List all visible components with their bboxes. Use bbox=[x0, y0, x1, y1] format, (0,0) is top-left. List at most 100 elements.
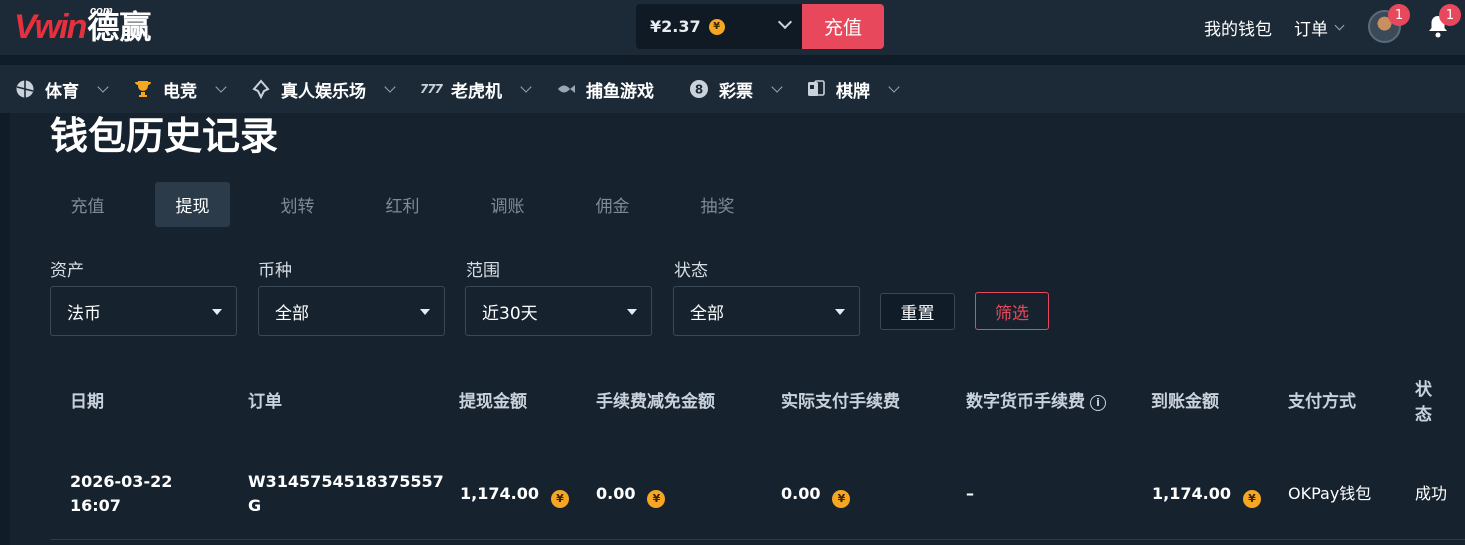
balance-amount: ¥2.37 bbox=[650, 17, 701, 36]
nav-item-live-casino[interactable]: 真人娱乐场 bbox=[251, 65, 396, 113]
asset-label: 资产 bbox=[50, 261, 84, 281]
page-title: 钱包历史记录 bbox=[50, 114, 279, 158]
chevron-down-icon bbox=[771, 80, 783, 93]
chevron-down-icon bbox=[888, 80, 900, 93]
caret-down-icon bbox=[627, 309, 637, 315]
bell-notification-badge: 1 bbox=[1439, 4, 1461, 26]
nav-label: 棋牌 bbox=[836, 81, 870, 102]
nav-item-esports[interactable]: 电竞 bbox=[133, 65, 227, 113]
asset-select[interactable]: 法币 bbox=[50, 286, 237, 336]
asset-value: 法币 bbox=[67, 303, 101, 324]
yuan-coin-icon: ¥ bbox=[647, 490, 666, 508]
nav-label: 体育 bbox=[45, 81, 79, 102]
balance-dropdown[interactable]: ¥2.37 ¥ bbox=[636, 4, 802, 49]
deposit-button[interactable]: 充值 bbox=[802, 4, 884, 49]
lottery-ball-icon: 8 bbox=[689, 79, 709, 99]
row-divider bbox=[50, 539, 1465, 540]
tab-bonus[interactable]: 红利 bbox=[365, 182, 440, 227]
header-crypto-fee: 数字货币手续费 i bbox=[966, 390, 1106, 414]
chevron-down-icon bbox=[777, 14, 793, 30]
svg-text:8: 8 bbox=[695, 83, 703, 97]
nav-label: 老虎机 bbox=[451, 81, 502, 102]
row-status: 成功 bbox=[1415, 484, 1448, 503]
reset-button[interactable]: 重置 bbox=[880, 293, 955, 330]
range-label: 范围 bbox=[466, 261, 500, 281]
status-label: 状态 bbox=[674, 261, 708, 281]
tab-withdraw[interactable]: 提现 bbox=[155, 182, 230, 227]
row-order-line1: W3145754518375557 bbox=[248, 472, 444, 491]
logo-com: com bbox=[90, 5, 113, 17]
fish-icon bbox=[556, 79, 576, 99]
row-order-line2: G bbox=[248, 496, 262, 515]
currency-select[interactable]: 全部 bbox=[258, 286, 445, 336]
caret-down-icon bbox=[420, 309, 430, 315]
range-select[interactable]: 近30天 bbox=[465, 286, 652, 336]
header-status: 状态 bbox=[1415, 380, 1432, 425]
filter-button[interactable]: 筛选 bbox=[975, 292, 1049, 330]
row-amount-value: 1,174.00 bbox=[460, 484, 539, 503]
yuan-coin-icon: ¥ bbox=[708, 18, 725, 35]
tab-deposit[interactable]: 充值 bbox=[50, 182, 125, 227]
header-method: 支付方式 bbox=[1288, 392, 1356, 412]
chevron-down-icon bbox=[97, 80, 109, 93]
header-fee-waived: 手续费减免金额 bbox=[596, 392, 715, 412]
trophy-icon bbox=[133, 79, 153, 99]
site-logo[interactable]: Vwin com 德赢 bbox=[14, 5, 151, 47]
range-value: 近30天 bbox=[482, 303, 538, 324]
row-received-value: 1,174.00 bbox=[1152, 484, 1231, 503]
row-fee-waived: 0.00 ¥ bbox=[596, 482, 666, 508]
nav-label: 捕鱼游戏 bbox=[586, 81, 654, 102]
header-date: 日期 bbox=[70, 392, 104, 412]
my-wallet-link[interactable]: 我的钱包 bbox=[1204, 0, 1272, 55]
tab-adjustment[interactable]: 调账 bbox=[470, 182, 545, 227]
avatar-notification-badge: 1 bbox=[1388, 4, 1410, 26]
tab-lucky-draw[interactable]: 抽奖 bbox=[680, 182, 755, 227]
chevron-down-icon bbox=[215, 80, 227, 93]
row-date-day: 2026-03-22 bbox=[70, 472, 173, 491]
nav-item-fishing[interactable]: 捕鱼游戏 bbox=[556, 65, 654, 113]
orders-label: 订单 bbox=[1294, 20, 1328, 40]
currency-label: 币种 bbox=[258, 261, 292, 281]
status-value: 全部 bbox=[690, 303, 724, 324]
spade-icon bbox=[251, 79, 271, 99]
header-order: 订单 bbox=[248, 392, 282, 412]
row-method: OKPay钱包 bbox=[1288, 484, 1372, 503]
tab-commission[interactable]: 佣金 bbox=[575, 182, 650, 227]
row-crypto-fee: – bbox=[966, 484, 974, 503]
sports-ball-icon bbox=[15, 79, 35, 99]
status-select[interactable]: 全部 bbox=[673, 286, 860, 336]
row-amount: 1,174.00 ¥ bbox=[460, 482, 569, 508]
nav-label: 电竞 bbox=[163, 81, 197, 102]
yuan-coin-icon: ¥ bbox=[550, 490, 569, 508]
nav-item-lottery[interactable]: 8 彩票 bbox=[689, 65, 783, 113]
row-fee-paid-value: 0.00 bbox=[781, 484, 821, 503]
header-crypto-fee-label: 数字货币手续费 bbox=[966, 392, 1085, 412]
header-withdraw-amount: 提现金额 bbox=[459, 392, 527, 412]
chevron-down-icon bbox=[520, 80, 532, 93]
chevron-down-icon bbox=[384, 80, 396, 93]
caret-down-icon bbox=[212, 309, 222, 315]
row-date: 2026-03-22 16:07 bbox=[70, 470, 172, 518]
nav-item-cards[interactable]: 棋牌 bbox=[806, 65, 900, 113]
info-icon[interactable]: i bbox=[1090, 395, 1106, 411]
nav-label: 真人娱乐场 bbox=[281, 81, 366, 102]
caret-down-icon bbox=[835, 309, 845, 315]
header-received: 到账金额 bbox=[1151, 392, 1219, 412]
row-fee-paid: 0.00 ¥ bbox=[781, 482, 851, 508]
yuan-coin-icon: ¥ bbox=[1242, 490, 1261, 508]
nav-item-sports[interactable]: 体育 bbox=[15, 65, 109, 113]
tab-transfer[interactable]: 划转 bbox=[260, 182, 335, 227]
row-received: 1,174.00 ¥ bbox=[1152, 482, 1261, 508]
currency-value: 全部 bbox=[275, 303, 309, 324]
chevron-down-icon bbox=[1334, 20, 1345, 31]
nav-label: 彩票 bbox=[719, 81, 753, 102]
header-fee-paid: 实际支付手续费 bbox=[781, 392, 900, 412]
slot-777-icon: 777 bbox=[419, 82, 443, 96]
row-date-time: 16:07 bbox=[70, 496, 121, 515]
nav-item-slots[interactable]: 777 老虎机 bbox=[419, 65, 532, 113]
row-order[interactable]: W3145754518375557 G bbox=[248, 470, 444, 518]
orders-menu[interactable]: 订单 bbox=[1294, 0, 1345, 55]
row-fee-waived-value: 0.00 bbox=[596, 484, 636, 503]
logo-brand: Vwin bbox=[14, 8, 87, 46]
yuan-coin-icon: ¥ bbox=[832, 490, 851, 508]
